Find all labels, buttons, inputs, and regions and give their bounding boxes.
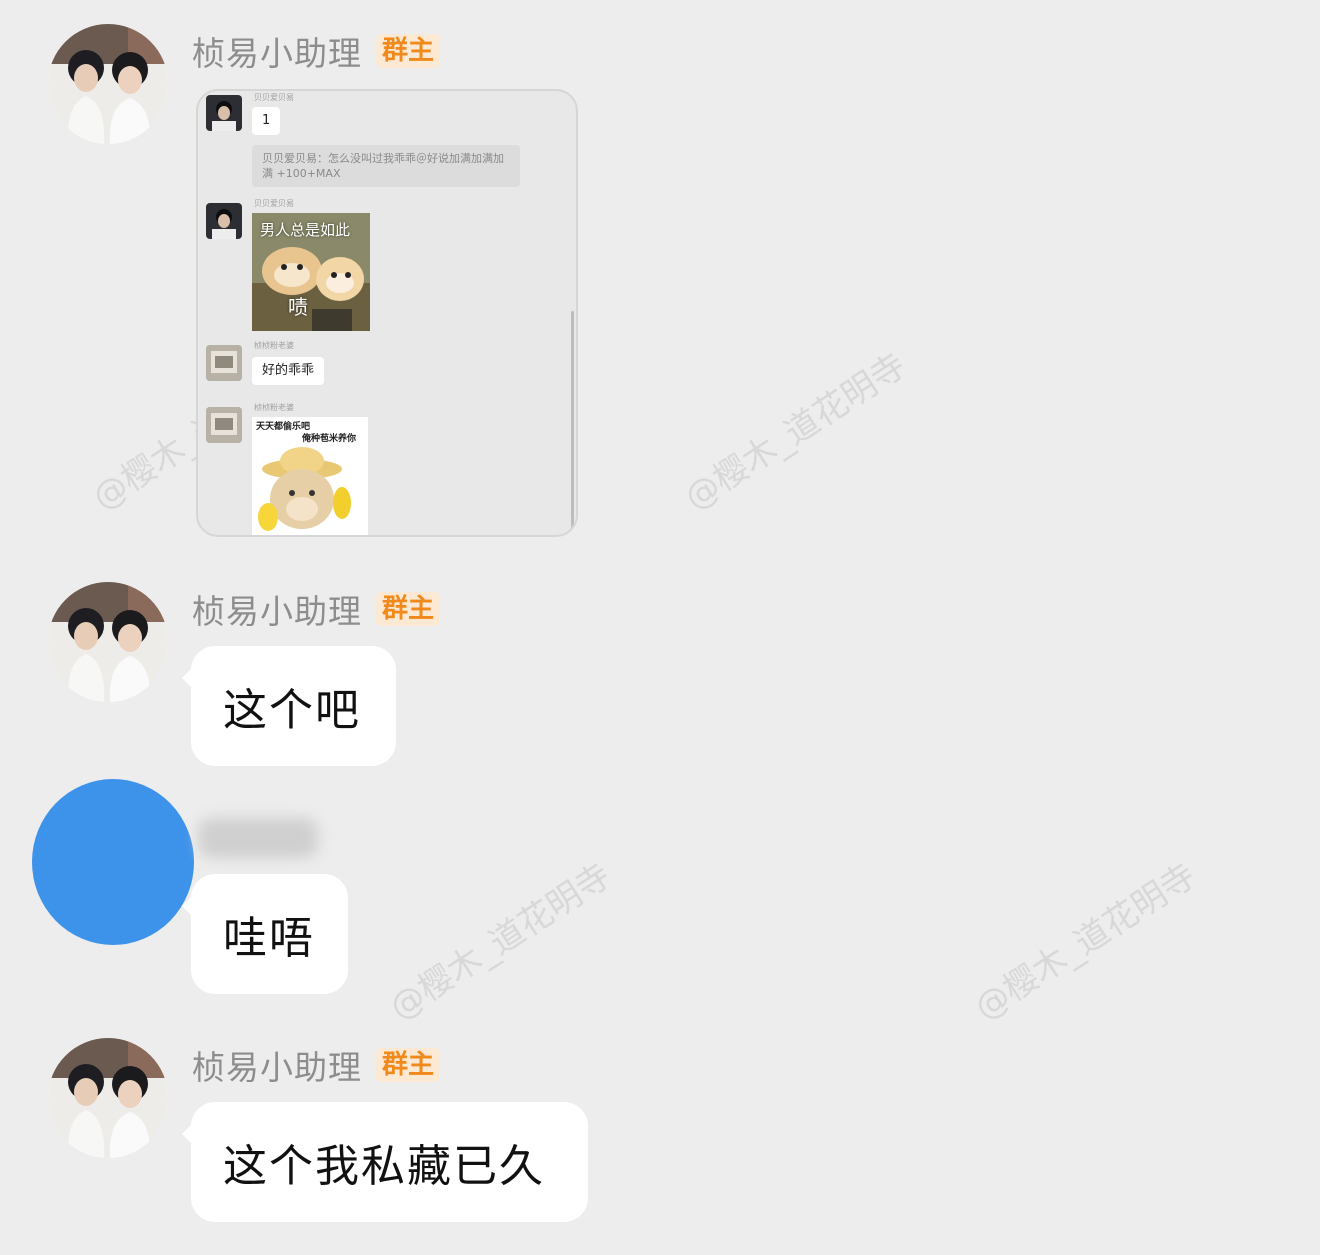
mini-text-bubble: 1: [252, 107, 281, 135]
watermark: @樱木_道花明寺: [967, 855, 1204, 1029]
text-bubble[interactable]: 这个吧: [182, 646, 396, 766]
avatar[interactable]: [48, 24, 168, 144]
watermark: @樱木_道花明寺: [677, 345, 914, 519]
mini-sender-name: 贝贝爱贝易: [254, 199, 294, 208]
sticker-caption: 俺种苞米养你: [302, 434, 357, 444]
sender-name-redacted: [198, 818, 318, 858]
sticker-caption: 男人总是如此: [260, 221, 351, 239]
sticker-caption: 啧: [288, 295, 308, 319]
avatar[interactable]: [32, 779, 194, 945]
owner-badge: 群主: [376, 33, 441, 69]
cat-sticker: 男人总是如此 啧: [252, 213, 370, 331]
mini-avatar: [206, 95, 242, 131]
image-message[interactable]: 贝贝爱贝易 1 贝贝爱贝易：怎么没叫过我乖乖＠好说加满加满加满 +100+MAX…: [196, 89, 578, 537]
scrollbar: [571, 311, 574, 531]
mini-avatar: [206, 203, 242, 239]
mini-quote: 贝贝爱贝易：怎么没叫过我乖乖＠好说加满加满加满 +100+MAX: [252, 145, 520, 187]
sender-row: 桢易小助理 群主: [192, 31, 441, 73]
mini-sender-name: 桢桢粉老婆: [254, 341, 294, 350]
sender-name[interactable]: 桢易小助理: [192, 27, 362, 75]
sender-name[interactable]: 桢易小助理: [192, 585, 362, 633]
text-bubble[interactable]: 这个我私藏已久: [182, 1102, 588, 1222]
mini-sender-name: 桢桢粉老婆: [254, 403, 294, 412]
sender-row: 桢易小助理 群主: [192, 589, 441, 631]
mini-avatar: [206, 407, 242, 443]
owner-badge: 群主: [376, 1047, 441, 1083]
text-bubble[interactable]: 哇唔: [182, 874, 348, 994]
sender-row: 桢易小助理 群主: [192, 1045, 441, 1087]
mini-avatar: [206, 345, 242, 381]
dog-sticker: 天天都偷乐吧 俺种苞米养你: [252, 417, 368, 535]
avatar[interactable]: [48, 1038, 168, 1158]
mini-sender-name: 贝贝爱贝易: [254, 93, 294, 102]
owner-badge: 群主: [376, 591, 441, 627]
sender-name[interactable]: 桢易小助理: [192, 1041, 362, 1089]
mini-text-bubble: 好的乖乖: [252, 357, 325, 385]
watermark: @樱木_道花明寺: [382, 855, 619, 1029]
avatar[interactable]: [48, 582, 168, 702]
